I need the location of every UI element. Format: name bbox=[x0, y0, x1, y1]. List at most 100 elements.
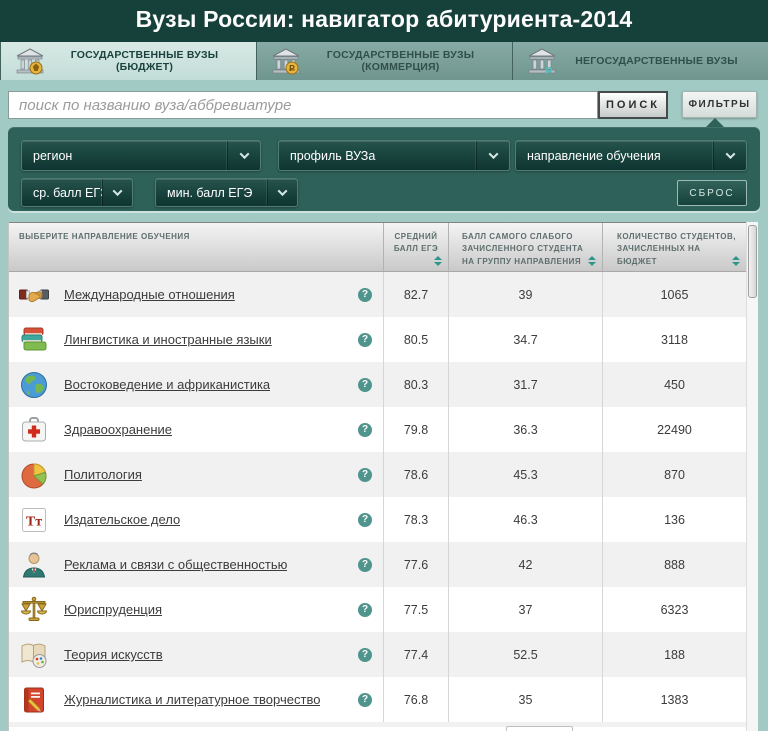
help-icon[interactable] bbox=[358, 692, 372, 707]
direction-link[interactable]: Журналистика и литературное творчество bbox=[64, 692, 320, 707]
students-count-value: 3118 bbox=[603, 317, 747, 362]
min-score-value: 36.3 bbox=[449, 407, 603, 452]
table-row: Реклама и связи с общественностью 77.6 4… bbox=[9, 542, 758, 587]
letters-icon: Тт bbox=[19, 505, 49, 535]
avg-score-value: 78.3 bbox=[384, 497, 449, 542]
avg-score-value: 77.4 bbox=[384, 632, 449, 677]
avg-score-value: 77.6 bbox=[384, 542, 449, 587]
table-row: Здравоохранение 79.8 36.3 22490 bbox=[9, 407, 758, 452]
partial-popup bbox=[506, 726, 573, 731]
help-icon[interactable] bbox=[358, 287, 372, 302]
piechart-icon bbox=[19, 460, 49, 490]
help-icon[interactable] bbox=[358, 377, 372, 392]
help-icon[interactable] bbox=[358, 602, 372, 617]
students-count-value: 1065 bbox=[603, 272, 747, 317]
filter-panel: регион профиль ВУЗа направление обучения… bbox=[8, 118, 760, 211]
column-header-min-score[interactable]: БАЛЛ САМОГО СЛАБОГО ЗАЧИСЛЕННОГО СТУДЕНТ… bbox=[449, 223, 603, 271]
sort-control[interactable] bbox=[732, 256, 740, 266]
scrollbar-thumb[interactable] bbox=[748, 225, 757, 298]
help-icon[interactable] bbox=[358, 332, 372, 347]
dropdown-label: направление обучения bbox=[527, 148, 661, 163]
min-score-value: 46.3 bbox=[449, 497, 603, 542]
min-score-value: 39 bbox=[449, 272, 603, 317]
min-score-value: 35 bbox=[449, 677, 603, 722]
handshake-icon bbox=[19, 280, 49, 310]
dropdown-label: профиль ВУЗа bbox=[290, 148, 376, 163]
search-input[interactable] bbox=[8, 91, 598, 119]
bank-budget-icon bbox=[15, 47, 45, 75]
direction-link[interactable]: Лингвистика и иностранные языки bbox=[64, 332, 272, 347]
avg-score-value: 79.8 bbox=[384, 407, 449, 452]
bank-private-icon: P bbox=[527, 47, 557, 77]
direction-link[interactable]: Здравоохранение bbox=[64, 422, 172, 437]
svg-text:P: P bbox=[546, 66, 553, 75]
avg-score-value: 78.6 bbox=[384, 452, 449, 497]
direction-dropdown[interactable]: направление обучения bbox=[515, 140, 747, 171]
help-icon[interactable] bbox=[358, 557, 372, 572]
vertical-scrollbar[interactable] bbox=[746, 222, 758, 731]
column-header-avg-score[interactable]: СРЕДНИЙ БАЛЛ ЕГЭ bbox=[384, 223, 449, 271]
direction-link[interactable]: Юриспруденция bbox=[64, 602, 162, 617]
avg-score-value: 77.5 bbox=[384, 587, 449, 632]
svg-text:Тт: Тт bbox=[26, 514, 42, 529]
help-icon[interactable] bbox=[358, 647, 372, 662]
direction-link[interactable]: Реклама и связи с общественностью bbox=[64, 557, 287, 572]
students-count-value: 450 bbox=[603, 362, 747, 407]
table-body: Международные отношения 82.7 39 1065 Лин… bbox=[9, 272, 758, 722]
column-header-students-count[interactable]: КОЛИЧЕСТВО СТУДЕНТОВ, ЗАЧИСЛЕННЫХ НА БЮД… bbox=[603, 223, 747, 271]
chevron-down-icon bbox=[227, 141, 260, 170]
min-score-value: 31.7 bbox=[449, 362, 603, 407]
tab-label: ГОСУДАРСТВЕННЫЕ ВУЗЫ (БЮДЖЕТ) bbox=[70, 49, 219, 73]
min-score-value: 45.3 bbox=[449, 452, 603, 497]
help-icon[interactable] bbox=[358, 467, 372, 482]
students-count-value: 188 bbox=[603, 632, 747, 677]
journal-icon bbox=[19, 685, 49, 715]
table-row: Востоковедение и африканистика 80.3 31.7… bbox=[9, 362, 758, 407]
students-count-value: 888 bbox=[603, 542, 747, 587]
students-count-value: 136 bbox=[603, 497, 747, 542]
tab[interactable]: ГОСУДАРСТВЕННЫЕ ВУЗЫ (БЮДЖЕТ) bbox=[0, 42, 256, 80]
direction-link[interactable]: Политология bbox=[64, 467, 142, 482]
reset-button[interactable]: СБРОС bbox=[677, 180, 747, 206]
profile-dropdown[interactable]: профиль ВУЗа bbox=[278, 140, 510, 171]
avg-score-value: 82.7 bbox=[384, 272, 449, 317]
tab-label: ГОСУДАРСТВЕННЫЕ ВУЗЫ (КОММЕРЦИЯ) bbox=[326, 49, 475, 73]
table-row: Международные отношения 82.7 39 1065 bbox=[9, 272, 758, 317]
dropdown-label: ср. балл ЕГЭ bbox=[33, 185, 102, 200]
globe-icon bbox=[19, 370, 49, 400]
min-score-value: 34.7 bbox=[449, 317, 603, 362]
search-row: ПОИСК ФИЛЬТРЫ bbox=[8, 91, 758, 119]
filters-button[interactable]: ФИЛЬТРЫ bbox=[682, 91, 757, 118]
sort-control[interactable] bbox=[588, 256, 596, 266]
table-row: Журналистика и литературное творчество 7… bbox=[9, 677, 758, 722]
avg-score-dropdown[interactable]: ср. балл ЕГЭ bbox=[21, 178, 133, 207]
help-icon[interactable] bbox=[358, 422, 372, 437]
min-score-value: 42 bbox=[449, 542, 603, 587]
avg-score-value: 80.3 bbox=[384, 362, 449, 407]
table-row: Юриспруденция 77.5 37 6323 bbox=[9, 587, 758, 632]
avg-score-value: 76.8 bbox=[384, 677, 449, 722]
title-bar: Вузы России: навигатор абитуриента-2014 bbox=[0, 0, 768, 38]
tab[interactable]: P ГОСУДАРСТВЕННЫЕ ВУЗЫ (КОММЕРЦИЯ) bbox=[256, 42, 512, 80]
help-icon[interactable] bbox=[358, 512, 372, 527]
min-score-value: 37 bbox=[449, 587, 603, 632]
region-dropdown[interactable]: регион bbox=[21, 140, 261, 171]
partial-next-row bbox=[9, 722, 758, 727]
students-count-value: 870 bbox=[603, 452, 747, 497]
directions-table: ВЫБЕРИТЕ НАПРАВЛЕНИЕ ОБУЧЕНИЯ СРЕДНИЙ БА… bbox=[8, 222, 758, 731]
table-row: Политология 78.6 45.3 870 bbox=[9, 452, 758, 497]
direction-link[interactable]: Теория искусств bbox=[64, 647, 163, 662]
min-score-dropdown[interactable]: мин. балл ЕГЭ bbox=[155, 178, 298, 207]
direction-link[interactable]: Востоковедение и африканистика bbox=[64, 377, 270, 392]
direction-link[interactable]: Издательское дело bbox=[64, 512, 180, 527]
sort-control[interactable] bbox=[434, 256, 442, 266]
search-button[interactable]: ПОИСК bbox=[598, 91, 668, 119]
avg-score-value: 80.5 bbox=[384, 317, 449, 362]
min-score-value: 52.5 bbox=[449, 632, 603, 677]
direction-link[interactable]: Международные отношения bbox=[64, 287, 235, 302]
chevron-down-icon bbox=[713, 141, 746, 170]
column-header-direction: ВЫБЕРИТЕ НАПРАВЛЕНИЕ ОБУЧЕНИЯ bbox=[9, 223, 384, 271]
chevron-down-icon bbox=[267, 179, 297, 206]
table-row: Лингвистика и иностранные языки 80.5 34.… bbox=[9, 317, 758, 362]
tab[interactable]: P НЕГОСУДАРСТВЕННЫЕ ВУЗЫ bbox=[512, 42, 768, 80]
